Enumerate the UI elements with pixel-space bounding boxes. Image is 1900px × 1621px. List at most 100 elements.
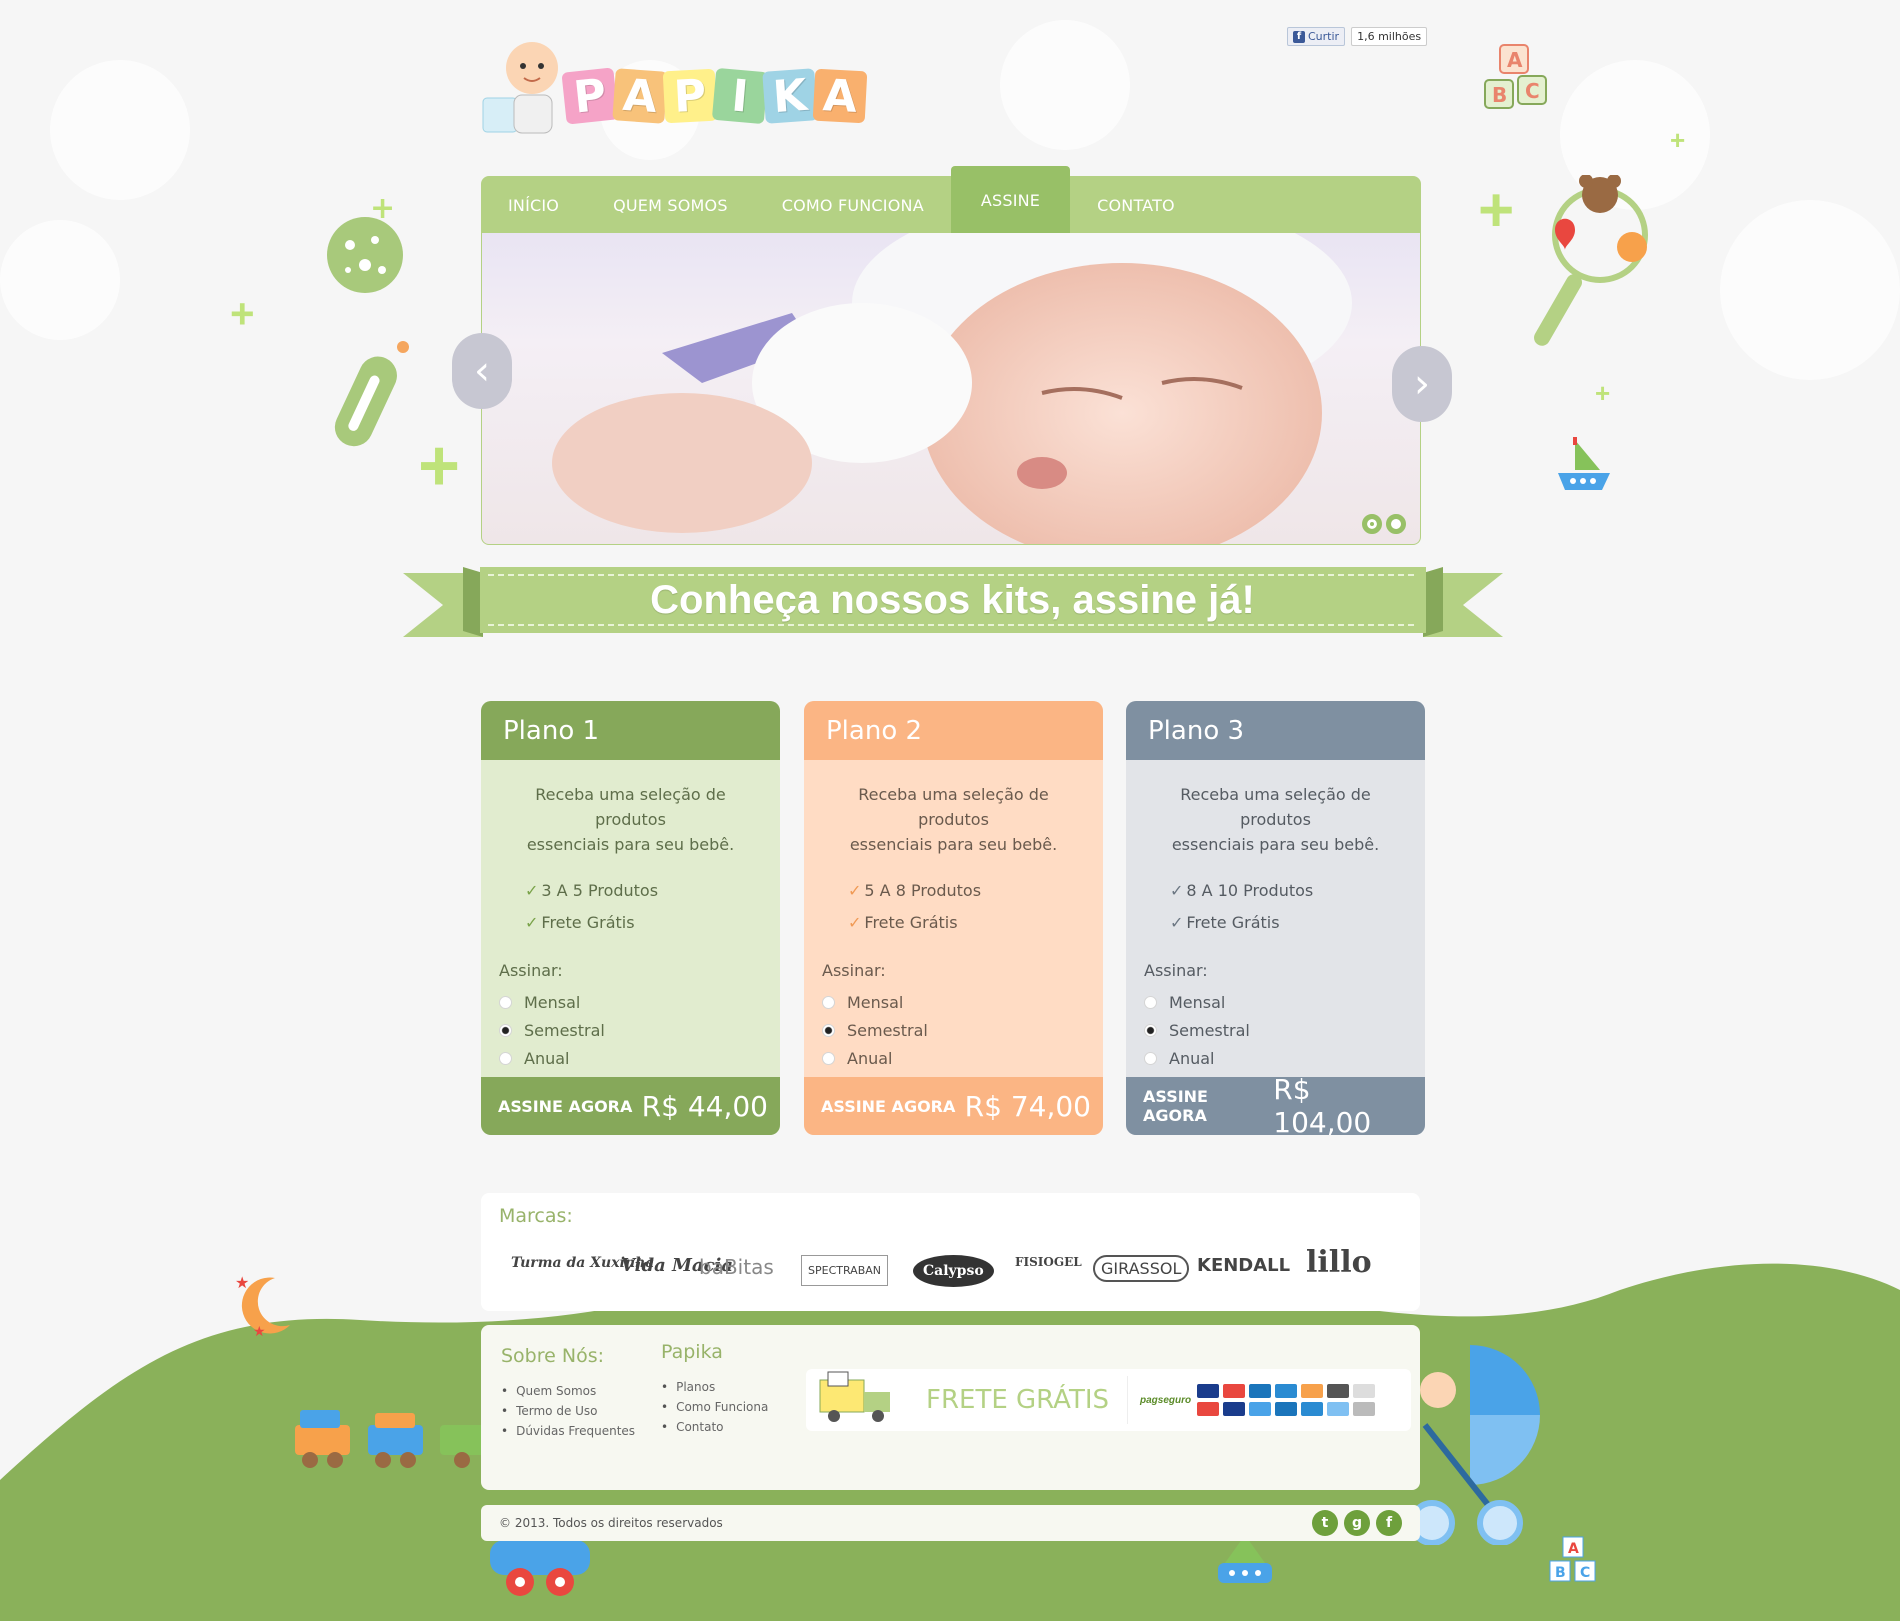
plan-description: Receba uma seleção de produtos essenciais… [804, 782, 1103, 857]
footer-about-column: Sobre Nós: Quem SomosTermo de UsoDúvidas… [501, 1345, 635, 1441]
radio-button[interactable] [1144, 995, 1157, 1009]
plan-description-line: Receba uma seleção de produtos [1180, 785, 1371, 829]
plan-footer[interactable]: ASSINE AGORA R$ 44,00 [481, 1077, 780, 1135]
footer-link[interactable]: Planos [661, 1377, 768, 1397]
plan-option[interactable]: Semestral [499, 1016, 780, 1044]
brand-logo[interactable]: GIRASSOL [1093, 1255, 1190, 1282]
plan-footer[interactable]: ASSINE AGORA R$ 74,00 [804, 1077, 1103, 1135]
plan-option[interactable]: Mensal [1144, 988, 1425, 1016]
twitter-icon[interactable]: t [1312, 1510, 1338, 1536]
plan-option[interactable]: Anual [1144, 1044, 1425, 1072]
slider-next-button[interactable]: › [1392, 346, 1452, 422]
radio-button[interactable] [822, 1023, 835, 1037]
visa-card-icon [1197, 1384, 1220, 1398]
facebook-icon[interactable]: f [1376, 1510, 1402, 1536]
google-icon[interactable]: g [1344, 1510, 1370, 1536]
bank-icon [1197, 1402, 1220, 1416]
brand-logo[interactable]: lillo [1306, 1245, 1372, 1280]
radio-button[interactable] [822, 1051, 835, 1065]
diners-card-icon [1249, 1384, 1272, 1398]
plan-title: Plano 2 [804, 701, 1103, 760]
toy-train-icon [295, 1410, 485, 1468]
moon-icon: ★★ [235, 1273, 290, 1340]
footer-link[interactable]: Quem Somos [501, 1381, 635, 1401]
plan-feature: ✓ Frete Grátis [1170, 913, 1280, 932]
radio-button[interactable] [499, 995, 512, 1009]
hipercard-icon [1301, 1384, 1324, 1398]
svg-text:★: ★ [253, 1324, 266, 1340]
subscribe-label: Assinar: [1144, 961, 1208, 980]
plan-description: Receba uma seleção de produtos essenciais… [481, 782, 780, 857]
papika-logo[interactable]: PAPIKA [480, 40, 868, 140]
brand-logo[interactable]: SPECTRABAN [801, 1255, 888, 1286]
social-links: tgf [1312, 1510, 1402, 1536]
check-icon: ✓ [525, 913, 539, 932]
plan-feature: ✓ 5 A 8 Produtos [848, 881, 982, 900]
plan-option[interactable]: Anual [499, 1044, 780, 1072]
svg-text:B: B [1492, 83, 1507, 107]
subscription-options: Mensal Semestral Anual [481, 988, 780, 1072]
background-bubble [50, 60, 190, 200]
check-icon: ✓ [848, 913, 862, 932]
plan-option[interactable]: Mensal [499, 988, 780, 1016]
nav-item-como-funciona[interactable]: COMO FUNCIONA [755, 176, 951, 234]
slider-dot-2[interactable] [1386, 514, 1406, 534]
slider-prev-button[interactable]: ‹ [452, 333, 512, 409]
brand-logo[interactable]: Calypso [913, 1255, 994, 1287]
footer-papika-title: Papika [661, 1341, 723, 1363]
plus-icon: + [1595, 378, 1611, 408]
footer-link[interactable]: Contato [661, 1417, 768, 1437]
plan-option[interactable]: Semestral [822, 1016, 1103, 1044]
radio-button[interactable] [499, 1023, 512, 1037]
subscribe-now-button[interactable]: ASSINE AGORA [821, 1097, 955, 1116]
facebook-like-button[interactable]: f Curtir [1287, 27, 1346, 46]
plan-option[interactable]: Mensal [822, 988, 1103, 1016]
nav-item-in-cio[interactable]: INÍCIO [481, 176, 586, 234]
footer-link[interactable]: Termo de Uso [501, 1401, 635, 1421]
subscribe-now-button[interactable]: ASSINE AGORA [1143, 1087, 1273, 1125]
brands-box: Marcas: Turma da Xuxinha Vida Macia baBita… [481, 1193, 1420, 1311]
brand-logo[interactable]: FISIOGEL [1015, 1255, 1082, 1269]
plan-feature: ✓ 8 A 10 Produtos [1170, 881, 1314, 900]
nav-item-quem-somos[interactable]: QUEM SOMOS [586, 176, 755, 234]
toy-car-icon [490, 1540, 590, 1596]
footer-link[interactable]: Como Funciona [661, 1397, 768, 1417]
hero-slider [481, 233, 1421, 545]
plus-icon: + [418, 426, 461, 506]
plan-footer[interactable]: ASSINE AGORA R$ 104,00 [1126, 1073, 1425, 1135]
nav-item-contato[interactable]: CONTATO [1070, 176, 1202, 234]
background-bubble [0, 220, 120, 340]
bottle-icon [334, 341, 409, 447]
plan-feature: ✓ Frete Grátis [525, 913, 635, 932]
abc-blocks-icon: A B C [1549, 1536, 1596, 1582]
footer-link[interactable]: Dúvidas Frequentes [501, 1421, 635, 1441]
facebook-like-widget[interactable]: f Curtir 1,6 milhões [1287, 27, 1428, 46]
plan-title: Plano 1 [481, 701, 780, 760]
footer-about-links: Quem SomosTermo de UsoDúvidas Frequentes [501, 1381, 635, 1441]
radio-button[interactable] [1144, 1051, 1157, 1065]
plan-description: Receba uma seleção de produtos essenciais… [1126, 782, 1425, 857]
brand-logo[interactable]: KENDALL [1197, 1255, 1290, 1276]
plan-option[interactable]: Anual [822, 1044, 1103, 1072]
radio-button[interactable] [822, 995, 835, 1009]
bank-icon [1327, 1402, 1350, 1416]
svg-text:A: A [1507, 48, 1523, 72]
elo-card-icon [1327, 1384, 1350, 1398]
nav-item-assine[interactable]: ASSINE [950, 166, 1071, 234]
plan-price: R$ 44,00 [641, 1089, 768, 1123]
plus-icon: + [1670, 125, 1686, 155]
brand-logo[interactable]: baBitas [699, 1255, 774, 1279]
footer-box: Sobre Nós: Quem SomosTermo de UsoDúvidas… [481, 1325, 1420, 1490]
boat-icon [1558, 437, 1610, 490]
like-count: 1,6 milhões [1351, 27, 1428, 46]
bank-icon [1249, 1402, 1272, 1416]
plan-price: R$ 74,00 [964, 1089, 1091, 1123]
radio-button[interactable] [1144, 1023, 1157, 1037]
chevron-left-icon: ‹ [474, 348, 490, 394]
slider-dot-1[interactable] [1362, 514, 1382, 534]
radio-button[interactable] [499, 1051, 512, 1065]
subscribe-now-button[interactable]: ASSINE AGORA [498, 1097, 632, 1116]
copyright-bar: © 2013. Todos os direitos reservados tgf [481, 1505, 1420, 1541]
plan-option[interactable]: Semestral [1144, 1016, 1425, 1044]
footer-papika-links: PlanosComo FuncionaContato [661, 1377, 768, 1437]
